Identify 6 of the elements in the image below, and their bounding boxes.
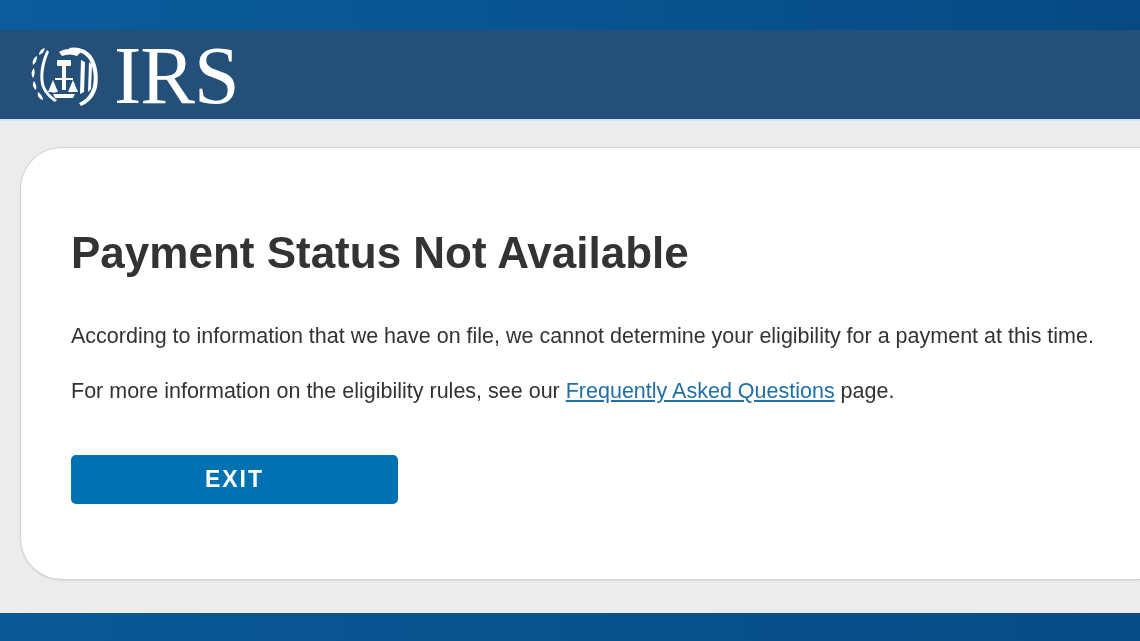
page-title: Payment Status Not Available xyxy=(71,227,689,279)
logo-text: IRS xyxy=(114,34,239,117)
message-text: For more information on the eligibility rules, see our Frequently Asked Questions page. xyxy=(71,379,895,404)
exit-button[interactable]: EXIT xyxy=(71,455,398,504)
message-text: According to information that we have on file, we cannot determine your eligibility for a payment at this time. xyxy=(71,324,1094,349)
faq-link[interactable]: Frequently Asked Questions xyxy=(565,379,835,403)
